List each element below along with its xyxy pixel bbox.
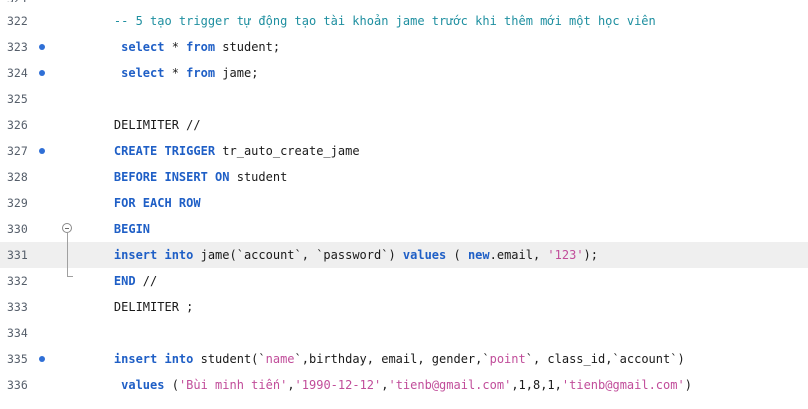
line-number: 325 bbox=[7, 92, 28, 106]
fold-guide-line bbox=[67, 242, 68, 268]
code-token: name bbox=[265, 352, 295, 366]
line-number: 329 bbox=[7, 196, 28, 210]
code-token: values bbox=[402, 248, 447, 262]
code-token: END bbox=[85, 274, 136, 288]
line-number: 335 bbox=[7, 352, 28, 366]
fold-guide-line bbox=[67, 268, 68, 276]
code-token: * bbox=[164, 66, 187, 80]
code-token: `, class_id,`account`) bbox=[525, 352, 685, 366]
fold-end-marker bbox=[67, 276, 73, 277]
statement-marker-icon[interactable] bbox=[39, 356, 45, 362]
code-line[interactable]: 336 values ('Bùi minh tiến','1990-12-12'… bbox=[0, 372, 808, 398]
code-token: 'tienb@gmail.com' bbox=[388, 378, 512, 392]
code-token: select bbox=[85, 66, 165, 80]
code-text[interactable]: values ('Bùi minh tiến','1990-12-12','ti… bbox=[85, 372, 692, 398]
code-token: '1990-12-12' bbox=[294, 378, 382, 392]
code-line[interactable]: 329 FOR EACH ROW bbox=[0, 190, 808, 216]
code-token: `,birthday, email, gender,` bbox=[294, 352, 490, 366]
code-token: jame(`account`, `password`) bbox=[193, 248, 403, 262]
code-text[interactable]: select * from jame; bbox=[85, 60, 258, 86]
code-token: 'Bùi minh tiến' bbox=[178, 378, 288, 392]
code-token: tr_auto_create_jame bbox=[215, 144, 360, 158]
line-number: 333 bbox=[7, 300, 28, 314]
code-token: .email, bbox=[489, 248, 548, 262]
code-token: * bbox=[164, 40, 187, 54]
code-text[interactable]: insert into jame(`account`, `password`) … bbox=[85, 242, 598, 268]
code-token: values bbox=[85, 378, 165, 392]
code-text[interactable]: CREATE TRIGGER tr_auto_create_jame bbox=[85, 138, 360, 164]
code-token: 'tienb@gmail.com' bbox=[561, 378, 685, 392]
code-token: from bbox=[186, 40, 216, 54]
code-text[interactable]: -- 5 tạo trigger tự động tạo tài khoản j… bbox=[85, 8, 656, 34]
code-line[interactable]: 322 -- 5 tạo trigger tự động tạo tài kho… bbox=[0, 8, 808, 34]
fold-guide-line bbox=[67, 233, 68, 242]
code-token: point bbox=[489, 352, 526, 366]
code-text[interactable]: insert into student(`name`,birthday, ema… bbox=[85, 346, 685, 372]
code-token: FOR EACH ROW bbox=[85, 196, 201, 210]
code-line[interactable]: 335 insert into student(`name`,birthday,… bbox=[0, 346, 808, 372]
line-number: 336 bbox=[7, 378, 28, 392]
code-line[interactable]: 331 insert into jame(`account`, `passwor… bbox=[0, 242, 808, 268]
code-token: CREATE TRIGGER bbox=[85, 144, 216, 158]
partial-line-number: 321 bbox=[7, 0, 28, 2]
line-number: 326 bbox=[7, 118, 28, 132]
code-text[interactable]: BEGIN bbox=[85, 216, 150, 242]
code-token: , bbox=[287, 378, 295, 392]
code-token: from bbox=[186, 66, 216, 80]
code-line[interactable]: 326 DELIMITER // bbox=[0, 112, 808, 138]
statement-marker-icon[interactable] bbox=[39, 148, 45, 154]
code-token: insert into bbox=[85, 248, 194, 262]
code-line[interactable]: 325 bbox=[0, 86, 808, 112]
code-token: student(` bbox=[193, 352, 266, 366]
code-line[interactable]: 324 select * from jame; bbox=[0, 60, 808, 86]
line-number: 331 bbox=[7, 248, 28, 262]
line-number: 324 bbox=[7, 66, 28, 80]
line-number: 322 bbox=[7, 14, 28, 28]
code-text[interactable]: select * from student; bbox=[85, 34, 280, 60]
code-token: ); bbox=[583, 248, 598, 262]
code-token: // bbox=[135, 274, 158, 288]
code-line[interactable]: 332 END // bbox=[0, 268, 808, 294]
code-line[interactable]: 323 select * from student; bbox=[0, 34, 808, 60]
line-number: 332 bbox=[7, 274, 28, 288]
line-number: 330 bbox=[7, 222, 28, 236]
code-token: ) bbox=[684, 378, 692, 392]
statement-marker-icon[interactable] bbox=[39, 44, 45, 50]
line-number: 334 bbox=[7, 326, 28, 340]
code-line[interactable]: 328 BEFORE INSERT ON student bbox=[0, 164, 808, 190]
code-token: student bbox=[229, 170, 288, 184]
code-token: BEGIN bbox=[85, 222, 151, 236]
code-token: new bbox=[467, 248, 490, 262]
fold-collapse-icon[interactable] bbox=[62, 223, 72, 233]
line-number: 328 bbox=[7, 170, 28, 184]
code-token: BEFORE INSERT ON bbox=[85, 170, 230, 184]
code-token: DELIMITER // bbox=[85, 118, 201, 132]
line-number: 323 bbox=[7, 40, 28, 54]
code-text[interactable]: BEFORE INSERT ON student bbox=[85, 164, 287, 190]
code-token: -- 5 tạo trigger tự động tạo tài khoản j… bbox=[85, 14, 656, 28]
code-token: ( bbox=[164, 378, 179, 392]
code-line[interactable]: 334 bbox=[0, 320, 808, 346]
code-line[interactable]: 333 DELIMITER ; bbox=[0, 294, 808, 320]
code-text[interactable]: DELIMITER ; bbox=[85, 294, 193, 320]
code-token: insert into bbox=[85, 352, 194, 366]
code-text[interactable]: END // bbox=[85, 268, 157, 294]
code-line[interactable]: 330 BEGIN bbox=[0, 216, 808, 242]
code-token: ( bbox=[446, 248, 468, 262]
code-token: student; bbox=[215, 40, 281, 54]
code-token: jame; bbox=[215, 66, 259, 80]
sql-editor[interactable]: 321 322 -- 5 tạo trigger tự động tạo tài… bbox=[0, 0, 808, 409]
code-text[interactable]: FOR EACH ROW bbox=[85, 190, 201, 216]
statement-marker-icon[interactable] bbox=[39, 70, 45, 76]
code-token: '123' bbox=[547, 248, 584, 262]
code-token: DELIMITER ; bbox=[85, 300, 194, 314]
code-text[interactable]: DELIMITER // bbox=[85, 112, 201, 138]
code-token: ,1,8,1, bbox=[511, 378, 562, 392]
line-number: 327 bbox=[7, 144, 28, 158]
code-token: select bbox=[85, 40, 165, 54]
code-line[interactable]: 327 CREATE TRIGGER tr_auto_create_jame bbox=[0, 138, 808, 164]
